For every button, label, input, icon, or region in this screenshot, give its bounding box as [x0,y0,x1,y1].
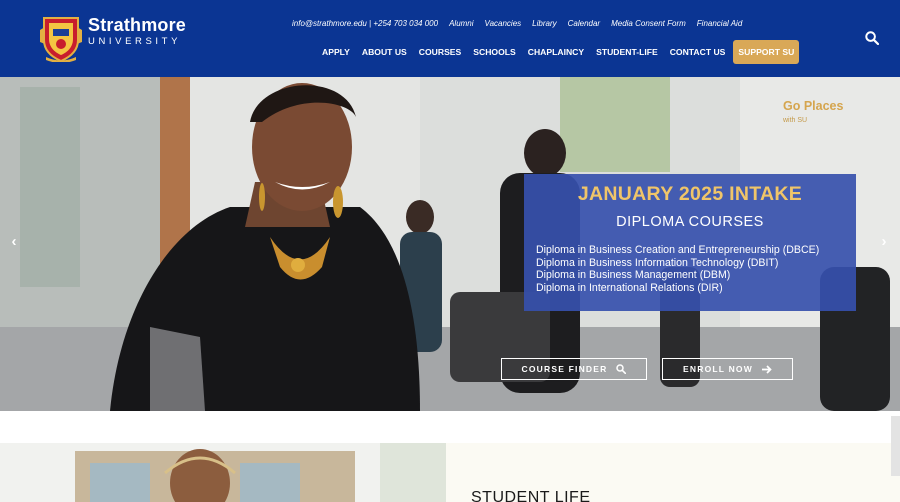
go-places-badge: Go Places with SU [783,100,843,127]
course-list: Diploma in Business Creation and Entrepr… [536,244,819,294]
search-icon[interactable] [865,31,879,45]
nav-schools[interactable]: SCHOOLS [467,41,522,64]
nav-contact-us[interactable]: CONTACT US [664,41,732,64]
student-life-section: STUDENT LIFE [0,411,900,502]
course-item-dbm: Diploma in Business Management (DBM) [536,269,731,282]
nav-student-life[interactable]: STUDENT-LIFE [590,41,664,64]
student-life-photo [0,443,446,502]
media-consent-link[interactable]: Media Consent Form [611,19,686,28]
vacancies-link[interactable]: Vacancies [485,19,522,28]
badge-line2: with SU [783,117,808,124]
nav-about-us[interactable]: ABOUT US [356,41,413,64]
intake-subtitle: DIPLOMA COURSES [616,214,764,230]
hero-carousel: ‹ › Go Places with SU JANUARY 2025 INTAK… [0,77,900,411]
nav-courses[interactable]: COURSES [413,41,468,64]
course-item-dbce: Diploma in Business Creation and Entrepr… [536,244,820,256]
crest-icon [40,17,82,62]
search-icon [616,364,627,374]
course-item-dir: Diploma in International Relations (DIR) [536,281,723,294]
section-spacer [0,411,900,443]
scrollbar[interactable] [891,416,900,476]
nav-apply[interactable]: APPLY [316,41,356,64]
contact-link[interactable]: info@strathmore.edu | +254 703 034 000 [292,19,438,28]
intake-title: JANUARY 2025 INTAKE [577,183,803,205]
arrow-right-icon [761,364,772,374]
section-title: STUDENT LIFE [471,489,591,502]
support-su-button[interactable]: SUPPORT SU [733,40,800,64]
prev-slide-arrow[interactable]: ‹ [5,233,23,251]
course-finder-button[interactable]: COURSE FINDER [501,358,647,380]
site-header: Strathmore UNIVERSITY info@strathmore.ed… [0,0,900,77]
intake-panel: JANUARY 2025 INTAKE DIPLOMA COURSES Dipl… [524,174,856,311]
library-link[interactable]: Library [532,19,556,28]
enroll-now-label: ENROLL NOW [683,364,753,374]
university-logo[interactable]: Strathmore UNIVERSITY [40,14,186,62]
enroll-now-button[interactable]: ENROLL NOW [662,358,793,380]
financial-aid-link[interactable]: Financial Aid [697,19,743,28]
badge-line1: Go Places [783,99,844,113]
alumni-link[interactable]: Alumni [449,19,473,28]
main-nav: APPLY ABOUT US COURSES SCHOOLS CHAPLAINC… [316,40,800,64]
brand-subtitle: UNIVERSITY [88,36,182,47]
top-links: info@strathmore.edu | +254 703 034 000 A… [292,19,753,28]
brand-name: Strathmore [88,15,187,35]
nav-chaplaincy[interactable]: CHAPLAINCY [522,41,590,64]
course-item-dbit: Diploma in Business Information Technolo… [536,256,779,269]
next-slide-arrow[interactable]: › [875,233,893,251]
calendar-link[interactable]: Calendar [568,19,600,28]
course-finder-label: COURSE FINDER [521,364,608,374]
